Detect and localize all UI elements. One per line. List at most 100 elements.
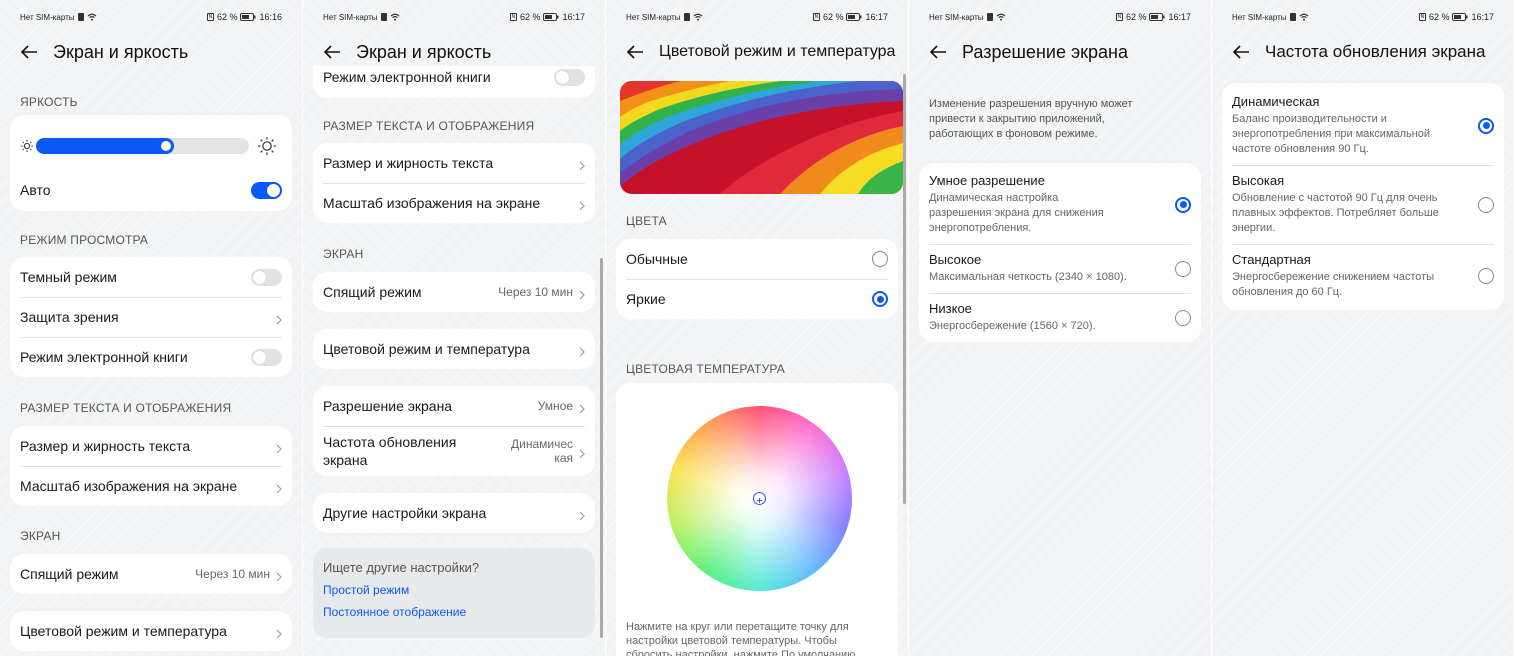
ebook-mode-row[interactable]: Режим электронной книги bbox=[10, 337, 292, 377]
scrollbar[interactable] bbox=[903, 74, 906, 504]
resolution-high-option[interactable]: Высокое Максимальная четкость (2340 × 10… bbox=[919, 244, 1201, 293]
chevron-right-icon bbox=[276, 441, 282, 454]
back-arrow-icon[interactable] bbox=[929, 45, 947, 59]
wifi-icon bbox=[390, 13, 400, 21]
sleep-row[interactable]: Спящий режим Через 10 мин bbox=[10, 554, 292, 594]
refresh-high-desc-1: Обновление с частотой 90 Гц для очень bbox=[1232, 192, 1438, 204]
battery-icon bbox=[543, 13, 559, 21]
refresh-dynamic-radio[interactable] bbox=[1478, 117, 1494, 134]
resolution-smart-desc-3: энергопотребления. bbox=[929, 222, 1032, 234]
carrier-label: Нет SIM-карты bbox=[20, 12, 75, 22]
screen-color-mode: Нет SIM-карты N 62 % 16:17 Цветовой режим … bbox=[606, 0, 909, 656]
sim-icon bbox=[986, 13, 993, 21]
ebook-mode-row[interactable]: Режим электронной книги bbox=[313, 66, 595, 88]
section-brightness: ЯРКОСТЬ bbox=[20, 95, 78, 109]
refresh-standard-title: Стандартная bbox=[1232, 252, 1311, 267]
brightness-slider[interactable] bbox=[36, 138, 249, 154]
resolution-low-radio[interactable] bbox=[1175, 309, 1191, 326]
eye-comfort-row[interactable]: Защита зрения bbox=[10, 297, 292, 337]
ebook-mode-toggle[interactable] bbox=[554, 68, 585, 86]
scrollbar[interactable] bbox=[600, 258, 603, 638]
resolution-high-radio[interactable] bbox=[1175, 260, 1191, 277]
other-settings-card: Другие настройки экрана bbox=[313, 493, 595, 533]
back-arrow-icon[interactable] bbox=[323, 45, 341, 59]
color-vivid-row[interactable]: Яркие bbox=[616, 279, 898, 319]
brightness-slider-thumb[interactable] bbox=[161, 141, 171, 151]
resolution-smart-option[interactable]: Умное разрешение Динамическая настройка … bbox=[919, 163, 1201, 244]
color-temperature-wheel[interactable] bbox=[667, 406, 852, 591]
section-screen: ЭКРАН bbox=[323, 247, 364, 261]
brightness-high-icon bbox=[257, 136, 277, 156]
wifi-icon bbox=[996, 13, 1006, 21]
color-normal-row[interactable]: Обычные bbox=[616, 239, 898, 279]
sleep-card: Спящий режим Через 10 мин bbox=[10, 554, 292, 594]
color-vivid-radio[interactable] bbox=[872, 291, 888, 307]
display-scale-row[interactable]: Масштаб изображения на экране bbox=[10, 466, 292, 506]
search-suggestions-title: Ищете другие настройки? bbox=[323, 560, 480, 575]
color-preview-image bbox=[620, 81, 903, 194]
screen-refresh-rate: Нет SIM-карты N 62 % 16:17 Частота обновле… bbox=[1212, 0, 1515, 656]
ebook-mode-toggle[interactable] bbox=[251, 348, 282, 366]
color-mode-row[interactable]: Цветовой режим и температура bbox=[313, 329, 595, 369]
resolution-row[interactable]: Разрешение экрана Умное bbox=[313, 386, 595, 426]
text-size-row[interactable]: Размер и жирность текста bbox=[313, 143, 595, 183]
hint-line-3: сбросить настройки, нажмите По умолчанию bbox=[626, 649, 856, 656]
chevron-right-icon bbox=[276, 626, 282, 639]
brightness-card: Авто bbox=[10, 115, 292, 211]
back-arrow-icon[interactable] bbox=[626, 45, 644, 59]
sim-icon bbox=[380, 13, 387, 21]
refresh-high-radio[interactable] bbox=[1478, 196, 1494, 213]
text-size-row[interactable]: Размер и жирность текста bbox=[10, 426, 292, 466]
refresh-standard-option[interactable]: Стандартная Энергосбережение снижением ч… bbox=[1222, 244, 1504, 310]
battery-percent: 62 % bbox=[1125, 12, 1147, 22]
resolution-low-option[interactable]: Низкое Энергосбережение (1560 × 720). bbox=[919, 293, 1201, 342]
refresh-standard-radio[interactable] bbox=[1478, 268, 1494, 284]
clock: 16:17 bbox=[562, 12, 585, 22]
resolution-low-desc: Энергосбережение (1560 × 720). bbox=[929, 320, 1096, 332]
carrier-label: Нет SIM-карты bbox=[1232, 12, 1287, 22]
auto-brightness-row[interactable]: Авто bbox=[10, 170, 292, 210]
refresh-rate-row[interactable]: Частота обновления экрана Динамичес кая bbox=[313, 426, 595, 476]
color-normal-radio[interactable] bbox=[872, 251, 888, 267]
other-settings-row[interactable]: Другие настройки экрана bbox=[313, 493, 595, 533]
carrier-label: Нет SIM-карты bbox=[929, 12, 984, 22]
status-bar: Нет SIM-карты N 62 % 16:17 bbox=[606, 10, 908, 24]
page-title: Частота обновления экрана bbox=[1265, 42, 1486, 61]
page-title: Экран и яркость bbox=[53, 41, 189, 62]
auto-brightness-toggle[interactable] bbox=[251, 181, 282, 199]
always-on-display-link[interactable]: Постоянное отображение bbox=[323, 605, 585, 619]
refresh-dynamic-option[interactable]: Динамическая Баланс производительности и… bbox=[1222, 83, 1504, 165]
resolution-low-title: Низкое bbox=[929, 301, 972, 316]
color-mode-card: Цветовой режим и температура bbox=[313, 329, 595, 369]
refresh-standard-desc-2: обновления до 60 Гц. bbox=[1232, 286, 1343, 298]
text-size-label: Размер и жирность текста bbox=[20, 438, 191, 454]
auto-brightness-label: Авто bbox=[20, 182, 51, 198]
nfc-icon: N bbox=[1418, 13, 1426, 21]
battery-icon bbox=[240, 13, 256, 21]
screen-display-brightness-scrolled: Нет SIM-карты N 62 % 16:17 Экран и яркость… bbox=[303, 0, 606, 656]
resolution-high-title: Высокое bbox=[929, 252, 982, 267]
simple-mode-link[interactable]: Простой режим bbox=[323, 583, 585, 597]
battery-percent: 62 % bbox=[216, 12, 238, 22]
sleep-row[interactable]: Спящий режим Через 10 мин bbox=[313, 272, 595, 312]
color-temperature-handle-icon[interactable] bbox=[753, 492, 766, 505]
display-scale-label: Масштаб изображения на экране bbox=[323, 195, 541, 211]
sleep-value: Через 10 мин bbox=[498, 285, 573, 299]
clock: 16:17 bbox=[865, 12, 888, 22]
back-arrow-icon[interactable] bbox=[20, 45, 38, 59]
color-mode-row[interactable]: Цветовой режим и температура bbox=[10, 611, 292, 651]
dark-mode-toggle[interactable] bbox=[251, 268, 282, 286]
display-scale-row[interactable]: Масштаб изображения на экране bbox=[313, 183, 595, 223]
refresh-high-option[interactable]: Высокая Обновление с частотой 90 Гц для … bbox=[1222, 165, 1504, 244]
sim-icon bbox=[77, 13, 84, 21]
dark-mode-row[interactable]: Темный режим bbox=[10, 257, 292, 297]
status-bar: Нет SIM-карты N 62 % 16:17 bbox=[303, 10, 605, 24]
chevron-right-icon bbox=[579, 446, 585, 459]
resolution-smart-radio[interactable] bbox=[1175, 196, 1191, 213]
eye-comfort-label: Защита зрения bbox=[20, 309, 119, 325]
back-arrow-icon[interactable] bbox=[1232, 45, 1250, 59]
desc-line-2: привести к закрытию приложений, bbox=[929, 113, 1105, 125]
text-display-card: Размер и жирность текста Масштаб изображ… bbox=[313, 143, 595, 223]
chevron-right-icon bbox=[579, 508, 585, 521]
sim-icon bbox=[1289, 13, 1296, 21]
